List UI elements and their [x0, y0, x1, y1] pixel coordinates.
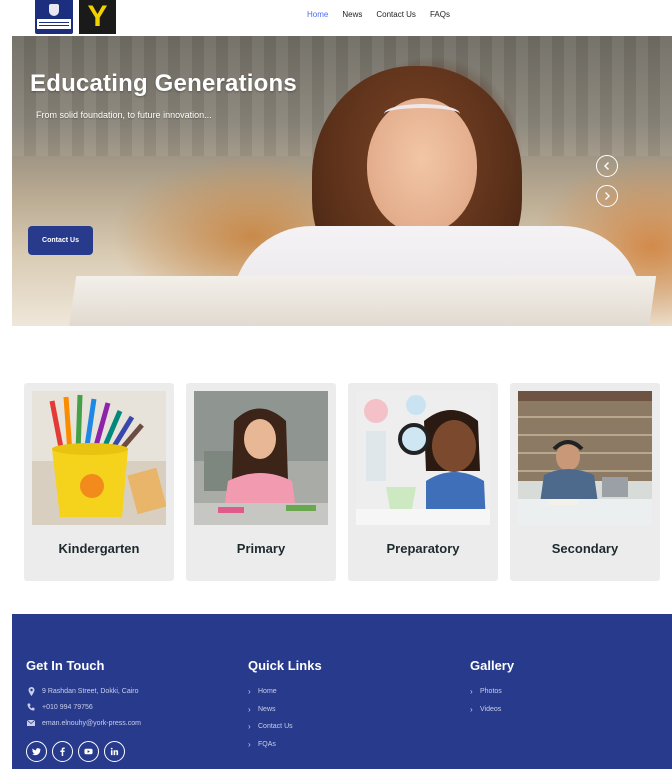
youtube-icon	[84, 748, 93, 755]
student-library-photo	[518, 391, 652, 525]
location-pin-icon	[26, 686, 36, 696]
york-press-logo[interactable]: Y	[79, 0, 116, 34]
twitter-icon	[32, 748, 41, 756]
hero-slider: Educating Generations From solid foundat…	[12, 36, 672, 326]
slider-next-button[interactable]	[596, 185, 618, 207]
crest-icon	[49, 4, 59, 16]
chevron-right-icon: ›	[248, 722, 251, 732]
linkedin-icon	[110, 747, 119, 756]
card-label: Kindergarten	[58, 541, 140, 556]
chevron-right-icon: ›	[248, 704, 251, 714]
nav-contact-us[interactable]: Contact Us	[369, 10, 423, 19]
footer-gallery-title: Gallery	[470, 658, 515, 673]
footer-link-faqs[interactable]: › FQAs	[248, 736, 428, 754]
hero-subtitle: From solid foundation, to future innovat…	[36, 110, 212, 120]
main-nav: Home News Contact Us FAQs	[300, 10, 457, 19]
phone-text[interactable]: +010 994 79756	[42, 704, 93, 711]
address-text: 9 Rashdan Street, Dokki, Cairo	[42, 687, 139, 695]
chevron-right-icon	[605, 192, 610, 200]
footer-link-news[interactable]: › News	[248, 701, 428, 719]
email-text[interactable]: eman.elnouhy@york-press.com	[42, 720, 141, 727]
envelope-icon	[26, 720, 36, 726]
slider-prev-button[interactable]	[596, 155, 618, 177]
twitter-button[interactable]	[26, 741, 47, 762]
card-label: Secondary	[551, 541, 619, 556]
chevron-right-icon: ›	[248, 687, 251, 697]
site-footer: Get In Touch 9 Rashdan Street, Dokki, Ca…	[12, 614, 672, 769]
card-label: Preparatory	[386, 541, 460, 556]
card-primary[interactable]: Primary	[186, 383, 336, 581]
nav-home[interactable]: Home	[300, 10, 335, 19]
card-preparatory[interactable]: Preparatory	[348, 383, 498, 581]
stage-cards: Kindergarten Primary Preparatory Seconda…	[24, 383, 660, 581]
logo-letter: Y	[87, 0, 108, 33]
chevron-right-icon: ›	[470, 704, 473, 714]
footer-link-contact-us[interactable]: › Contact Us	[248, 718, 428, 736]
footer-quick-links: Quick Links › Home › News › Contact Us › FQA…	[248, 658, 428, 753]
site-header: Y Home News Contact Us FAQs	[0, 0, 672, 36]
footer-link-photos[interactable]: › Photos	[470, 683, 650, 701]
youtube-button[interactable]	[78, 741, 99, 762]
nav-news[interactable]: News	[335, 10, 369, 19]
footer-quick-links-title: Quick Links	[248, 658, 322, 673]
card-label: Primary	[236, 541, 286, 556]
school-crest-logo[interactable]	[35, 0, 73, 34]
footer-gallery: Gallery › Photos › Videos	[470, 658, 650, 718]
footer-contact: Get In Touch 9 Rashdan Street, Dokki, Ca…	[26, 658, 226, 762]
facebook-button[interactable]	[52, 741, 73, 762]
boy-magnifier-photo	[356, 391, 490, 525]
girl-at-desk-photo	[194, 391, 328, 525]
address-row: 9 Rashdan Street, Dokki, Cairo	[26, 683, 226, 699]
hero-title: Educating Generations	[30, 70, 297, 97]
social-links	[26, 741, 226, 762]
footer-link-videos[interactable]: › Videos	[470, 701, 650, 719]
facebook-icon	[60, 747, 65, 756]
footer-link-home[interactable]: › Home	[248, 683, 428, 701]
phone-icon	[26, 703, 36, 711]
phone-row: +010 994 79756	[26, 699, 226, 715]
chevron-right-icon: ›	[248, 739, 251, 749]
card-secondary[interactable]: Secondary	[510, 383, 660, 581]
colored-pencils-photo	[32, 391, 166, 525]
nav-faqs[interactable]: FAQs	[423, 10, 457, 19]
email-row: eman.elnouhy@york-press.com	[26, 715, 226, 731]
hero-contact-button[interactable]: Contact Us	[28, 226, 93, 255]
hero-photo-book	[67, 276, 657, 326]
card-kindergarten[interactable]: Kindergarten	[24, 383, 174, 581]
footer-contact-title: Get In Touch	[26, 658, 105, 673]
chevron-right-icon: ›	[470, 687, 473, 697]
chevron-left-icon	[604, 162, 609, 170]
linkedin-button[interactable]	[104, 741, 125, 762]
